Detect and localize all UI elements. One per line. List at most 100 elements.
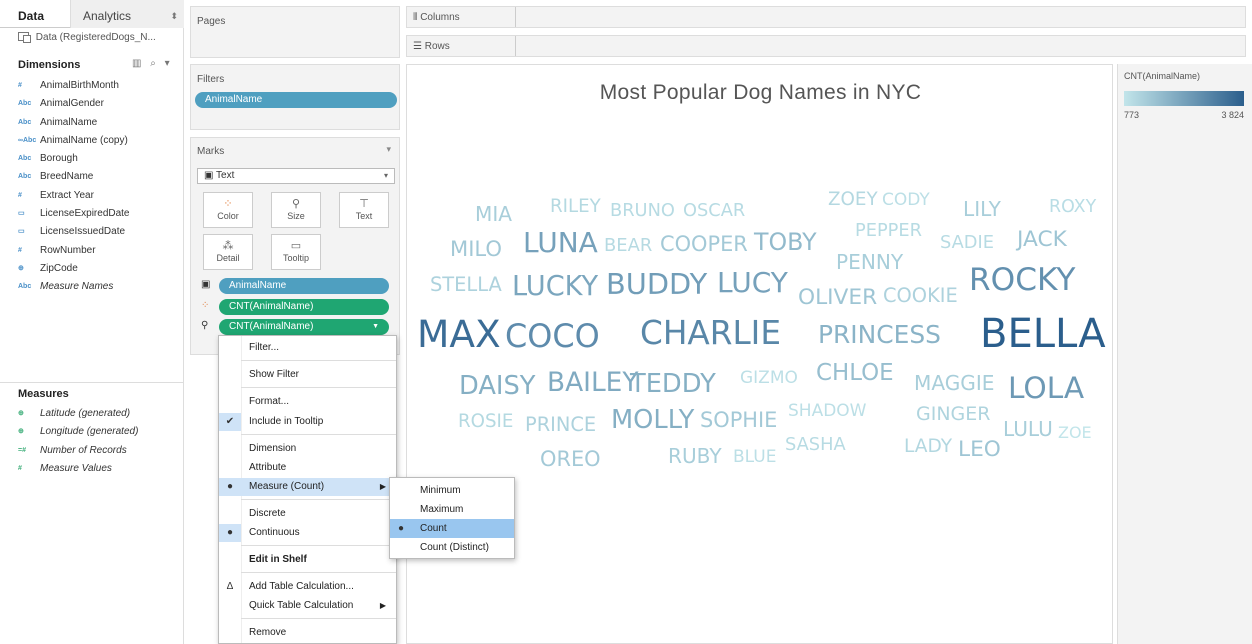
menu-item-remove[interactable]: Remove (219, 624, 396, 642)
field-animalname-copy[interactable]: ∞Abc AnimalName (copy) (18, 132, 130, 150)
word-rocky[interactable]: ROCKY (969, 262, 1076, 298)
field-measure-names[interactable]: Abc Measure Names (18, 278, 130, 296)
field-latitude-generated[interactable]: ⊕ Latitude (generated) (18, 405, 138, 423)
detail-button[interactable]: ⁂ Detail (203, 234, 253, 270)
word-sasha[interactable]: SASHA (785, 434, 846, 455)
word-daisy[interactable]: DAISY (459, 371, 536, 401)
field-number-of-records[interactable]: =# Number of Records (18, 442, 138, 460)
word-penny[interactable]: PENNY (836, 250, 904, 274)
word-lola[interactable]: LOLA (1008, 371, 1084, 405)
pill-animalname[interactable]: AnimalName (219, 278, 389, 294)
word-gizmo[interactable]: GIZMO (740, 368, 798, 388)
menu-item-add-table-calculation[interactable]: Δ Add Table Calculation... (219, 578, 396, 596)
word-charlie[interactable]: CHARLIE (640, 314, 781, 352)
columns-shelf[interactable]: ⦀ Columns (406, 6, 1246, 28)
menu-item-attribute[interactable]: Attribute (219, 459, 396, 477)
rows-shelf[interactable]: ☰ Rows (406, 35, 1246, 57)
word-maggie[interactable]: MAGGIE (914, 371, 995, 395)
submenu-item-maximum[interactable]: Maximum (390, 500, 514, 519)
word-bear[interactable]: BEAR (604, 235, 652, 256)
word-shadow[interactable]: SHADOW (788, 401, 867, 421)
word-bruno[interactable]: BRUNO (610, 200, 675, 221)
word-zoe[interactable]: ZOE (1058, 423, 1092, 442)
tab-data[interactable]: Data (18, 0, 44, 28)
menu-item-measure-count[interactable]: ● Measure (Count) ▶ (219, 478, 396, 496)
field-longitude-generated[interactable]: ⊕ Longitude (generated) (18, 423, 138, 441)
word-cookie[interactable]: COOKIE (883, 284, 958, 307)
menu-item-include-in-tooltip[interactable]: ✔ Include in Tooltip (219, 413, 396, 431)
field-animalname[interactable]: Abc AnimalName (18, 114, 130, 132)
field-zipcode[interactable]: ⊕ ZipCode (18, 260, 130, 278)
word-princess[interactable]: PRINCESS (818, 320, 941, 349)
word-riley[interactable]: RILEY (550, 196, 602, 217)
color-button[interactable]: ⁘ Color (203, 192, 253, 228)
word-teddy[interactable]: TEDDY (629, 369, 716, 399)
menu-item-discrete[interactable]: Discrete (219, 505, 396, 523)
word-ruby[interactable]: RUBY (668, 444, 722, 468)
word-jack[interactable]: JACK (1015, 227, 1068, 252)
word-leo[interactable]: LEO (958, 437, 1001, 462)
filter-pill-animalname[interactable]: AnimalName (195, 92, 397, 108)
word-oliver[interactable]: OLIVER (798, 285, 877, 310)
word-prince[interactable]: PRINCE (525, 413, 596, 436)
menu-item-filter[interactable]: Filter... (219, 339, 396, 357)
pill-cnt-color[interactable]: CNT(AnimalName) (219, 299, 389, 315)
word-ginger[interactable]: GINGER (916, 403, 990, 425)
submenu-item-count-distinct[interactable]: Count (Distinct) (390, 538, 514, 557)
field-rownumber[interactable]: # RowNumber (18, 242, 130, 260)
menu-item-continuous[interactable]: ● Continuous (219, 524, 396, 542)
menu-item-quick-table-calculation[interactable]: Quick Table Calculation ▶ (219, 597, 396, 615)
word-cooper[interactable]: COOPER (660, 232, 748, 256)
word-rosie[interactable]: ROSIE (458, 411, 513, 432)
word-lucy[interactable]: LUCY (717, 266, 789, 299)
word-toby[interactable]: TOBY (753, 228, 817, 256)
marks-collapse-icon[interactable]: ▾ (386, 144, 391, 155)
word-sadie[interactable]: SADIE (940, 232, 994, 253)
filters-shelf[interactable]: Filters AnimalName (190, 64, 400, 130)
word-buddy[interactable]: BUDDY (606, 267, 708, 301)
word-oreo[interactable]: OREO (540, 447, 601, 471)
pill-dropdown-icon[interactable]: ▼ (372, 319, 379, 335)
field-licenseexpireddate[interactable]: ▭ LicenseExpiredDate (18, 205, 130, 223)
word-luna[interactable]: LUNA (523, 226, 598, 259)
field-extract-year[interactable]: # Extract Year (18, 187, 130, 205)
word-lily[interactable]: LILY (963, 197, 1002, 221)
word-zoey[interactable]: ZOEY (828, 189, 878, 210)
field-licenseissueddate[interactable]: ▭ LicenseIssuedDate (18, 223, 130, 241)
word-coco[interactable]: COCO (505, 317, 600, 355)
tab-menu-icon[interactable]: ⬍ (170, 0, 178, 32)
size-button[interactable]: ⚲ Size (271, 192, 321, 228)
field-animalgender[interactable]: Abc AnimalGender (18, 95, 130, 113)
word-stella[interactable]: STELLA (430, 273, 502, 296)
word-milo[interactable]: MILO (450, 236, 502, 261)
datasource-item[interactable]: Data (RegisteredDogs_N... (18, 32, 156, 43)
word-bailey[interactable]: BAILEY (547, 367, 639, 398)
word-lady[interactable]: LADY (904, 436, 953, 457)
mark-type-dropdown[interactable]: ▣ Text ▾ (197, 168, 395, 184)
word-chloe[interactable]: CHLOE (816, 360, 894, 386)
word-lulu[interactable]: LULU (1003, 417, 1053, 441)
word-oscar[interactable]: OSCAR (683, 200, 745, 221)
field-breedname[interactable]: Abc BreedName (18, 168, 130, 186)
menu-item-format[interactable]: Format... (219, 393, 396, 411)
word-max[interactable]: MAX (417, 312, 501, 356)
field-animalbirthmonth[interactable]: # AnimalBirthMonth (18, 77, 130, 95)
word-sophie[interactable]: SOPHIE (700, 408, 777, 432)
menu-item-edit-in-shelf[interactable]: Edit in Shelf (219, 551, 396, 569)
word-mia[interactable]: MIA (475, 202, 512, 226)
word-blue[interactable]: BLUE (733, 447, 776, 467)
word-lucky[interactable]: LUCKY (512, 271, 599, 302)
submenu-item-minimum[interactable]: Minimum (390, 481, 514, 500)
menu-item-dimension[interactable]: Dimension (219, 440, 396, 458)
dimensions-tools-icon[interactable]: ▥ ⌕ ▾ (132, 58, 173, 69)
menu-item-show-filter[interactable]: Show Filter (219, 366, 396, 384)
tooltip-button[interactable]: ▭ Tooltip (271, 234, 321, 270)
tab-analytics[interactable]: Analytics ⬍ (70, 0, 184, 28)
field-borough[interactable]: Abc Borough (18, 150, 130, 168)
word-bella[interactable]: BELLA (980, 311, 1106, 357)
text-button[interactable]: ⊤ Text (339, 192, 389, 228)
word-molly[interactable]: MOLLY (611, 405, 695, 435)
pages-shelf[interactable]: Pages (190, 6, 400, 58)
word-pepper[interactable]: PEPPER (855, 220, 922, 241)
word-cody[interactable]: CODY (882, 190, 930, 210)
